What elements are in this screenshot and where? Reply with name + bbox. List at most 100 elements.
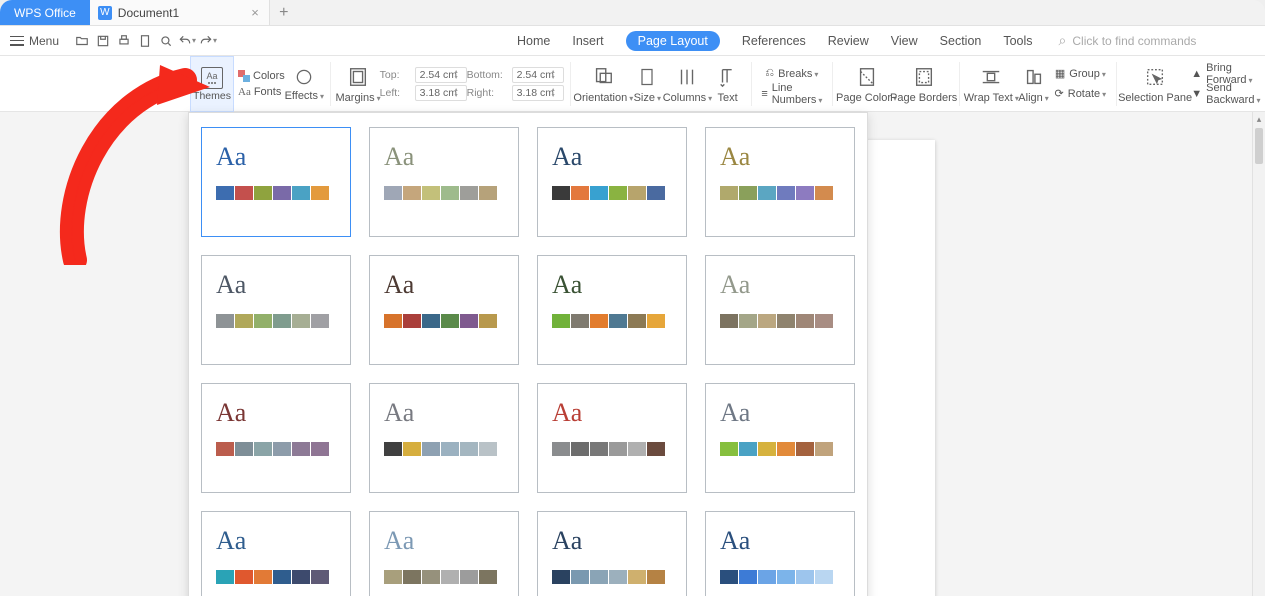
title-tab-bar: WPS Office W Document1 × +	[0, 0, 1265, 26]
theme-option-15[interactable]: Aa	[537, 511, 687, 596]
tab-review[interactable]: Review	[828, 31, 869, 51]
tab-page-layout[interactable]: Page Layout	[626, 31, 720, 51]
margins-icon	[345, 64, 371, 90]
margins-label: Margins	[336, 92, 381, 104]
fonts-label: Fonts	[254, 86, 282, 98]
theme-option-12[interactable]: Aa	[705, 383, 855, 493]
theme-option-14[interactable]: Aa	[369, 511, 519, 596]
close-icon[interactable]: ×	[251, 5, 259, 20]
theme-option-1[interactable]: Aa	[201, 127, 351, 237]
theme-option-11[interactable]: Aa	[537, 383, 687, 493]
margin-left-field[interactable]: Left:3.18 cm▴▾	[380, 85, 467, 101]
open-icon[interactable]	[73, 32, 91, 50]
menu-button[interactable]: Menu	[0, 34, 69, 48]
theme-color-swatches	[384, 570, 504, 584]
colors-label: Colors	[253, 70, 285, 82]
group-button[interactable]: ▦Group	[1051, 65, 1111, 83]
breaks-button[interactable]: ⎌Breaks	[757, 65, 826, 83]
undo-icon[interactable]: ▾	[178, 32, 196, 50]
vertical-scrollbar[interactable]: ▴	[1252, 112, 1265, 596]
send-backward-button[interactable]: ▼Send Backward	[1187, 85, 1265, 103]
wrap-text-button[interactable]: Wrap Text	[966, 62, 1016, 106]
preview-icon[interactable]	[157, 32, 175, 50]
theme-option-7[interactable]: Aa	[537, 255, 687, 365]
selection-pane-button[interactable]: Selection Pane	[1123, 62, 1187, 106]
colors-button[interactable]: Colors	[238, 70, 285, 82]
rotate-icon: ⟳	[1055, 87, 1064, 100]
margins-button[interactable]: Margins	[337, 62, 380, 106]
theme-color-swatches	[552, 314, 672, 328]
theme-option-8[interactable]: Aa	[705, 255, 855, 365]
theme-option-10[interactable]: Aa	[369, 383, 519, 493]
text-direction-icon	[715, 64, 741, 90]
orientation-icon	[590, 64, 616, 90]
print-preview-icon[interactable]	[136, 32, 154, 50]
theme-color-swatches	[216, 314, 336, 328]
theme-option-4[interactable]: Aa	[705, 127, 855, 237]
align-button[interactable]: Align	[1017, 62, 1051, 106]
theme-font-preview: Aa	[384, 400, 504, 426]
fonts-button[interactable]: AaFonts	[238, 86, 285, 98]
tab-home[interactable]: Home	[517, 31, 550, 51]
menu-label: Menu	[29, 34, 59, 48]
theme-option-6[interactable]: Aa	[369, 255, 519, 365]
send-backward-icon: ▼	[1191, 88, 1202, 100]
redo-icon[interactable]: ▾	[199, 32, 217, 50]
line-numbers-button[interactable]: ≡Line Numbers	[757, 85, 826, 103]
theme-option-16[interactable]: Aa	[705, 511, 855, 596]
tab-view[interactable]: View	[891, 31, 918, 51]
ribbon-toolbar: Aa Themes Colors AaFonts Effects Margins…	[0, 56, 1265, 112]
tab-tools[interactable]: Tools	[1003, 31, 1032, 51]
text-direction-button[interactable]: Text	[711, 62, 745, 106]
tab-references[interactable]: References	[742, 31, 806, 51]
theme-option-13[interactable]: Aa	[201, 511, 351, 596]
ribbon-tabs: Home Insert Page Layout References Review Vie…	[517, 31, 1033, 51]
search-icon: ⌕	[1059, 32, 1067, 49]
margin-top-field[interactable]: Top:2.54 cm▴▾	[380, 67, 467, 83]
theme-option-3[interactable]: Aa	[537, 127, 687, 237]
effects-button[interactable]: Effects	[285, 64, 324, 104]
themes-button[interactable]: Aa Themes	[190, 56, 234, 112]
margin-right-field[interactable]: Right:3.18 cm▴▾	[467, 85, 564, 101]
scroll-up-icon[interactable]: ▴	[1253, 112, 1265, 126]
size-button[interactable]: Size	[630, 62, 664, 106]
theme-font-preview: Aa	[720, 528, 840, 554]
columns-button[interactable]: Columns	[664, 62, 710, 106]
page-borders-button[interactable]: Page Borders	[894, 62, 953, 106]
theme-font-preview: Aa	[384, 272, 504, 298]
selection-pane-icon	[1142, 64, 1168, 90]
theme-color-swatches	[384, 186, 504, 200]
theme-color-swatches	[216, 186, 336, 200]
new-tab-button[interactable]: +	[270, 0, 298, 25]
theme-color-swatches	[552, 442, 672, 456]
theme-font-preview: Aa	[384, 144, 504, 170]
theme-option-2[interactable]: Aa	[369, 127, 519, 237]
save-icon[interactable]	[94, 32, 112, 50]
word-doc-icon: W	[98, 6, 112, 20]
themes-label: Themes	[193, 90, 231, 102]
theme-option-9[interactable]: Aa	[201, 383, 351, 493]
bring-forward-button[interactable]: ▲Bring Forward	[1187, 65, 1265, 83]
print-icon[interactable]	[115, 32, 133, 50]
bring-forward-icon: ▲	[1191, 68, 1202, 80]
scroll-thumb[interactable]	[1255, 128, 1263, 164]
page-color-button[interactable]: Page Color	[839, 62, 894, 106]
theme-color-swatches	[216, 570, 336, 584]
breaks-icon: ⎌	[765, 67, 774, 80]
orientation-button[interactable]: Orientation	[576, 62, 630, 106]
margin-bottom-field[interactable]: Bottom:2.54 cm▴▾	[467, 67, 564, 83]
theme-option-5[interactable]: Aa	[201, 255, 351, 365]
tab-insert[interactable]: Insert	[572, 31, 603, 51]
themes-icon: Aa	[201, 67, 223, 89]
themes-gallery-dropdown[interactable]: AaAaAaAaAaAaAaAaAaAaAaAaAaAaAaAa	[188, 112, 868, 596]
document-tab[interactable]: W Document1 ×	[90, 0, 270, 25]
theme-color-swatches	[216, 442, 336, 456]
tab-section[interactable]: Section	[940, 31, 982, 51]
page-borders-icon	[911, 64, 937, 90]
theme-color-swatches	[720, 186, 840, 200]
command-search[interactable]: ⌕ Click to find commands	[1059, 32, 1197, 49]
theme-font-preview: Aa	[552, 400, 672, 426]
theme-font-preview: Aa	[216, 528, 336, 554]
rotate-button[interactable]: ⟳Rotate	[1051, 85, 1111, 103]
app-brand-tab[interactable]: WPS Office	[0, 0, 90, 25]
